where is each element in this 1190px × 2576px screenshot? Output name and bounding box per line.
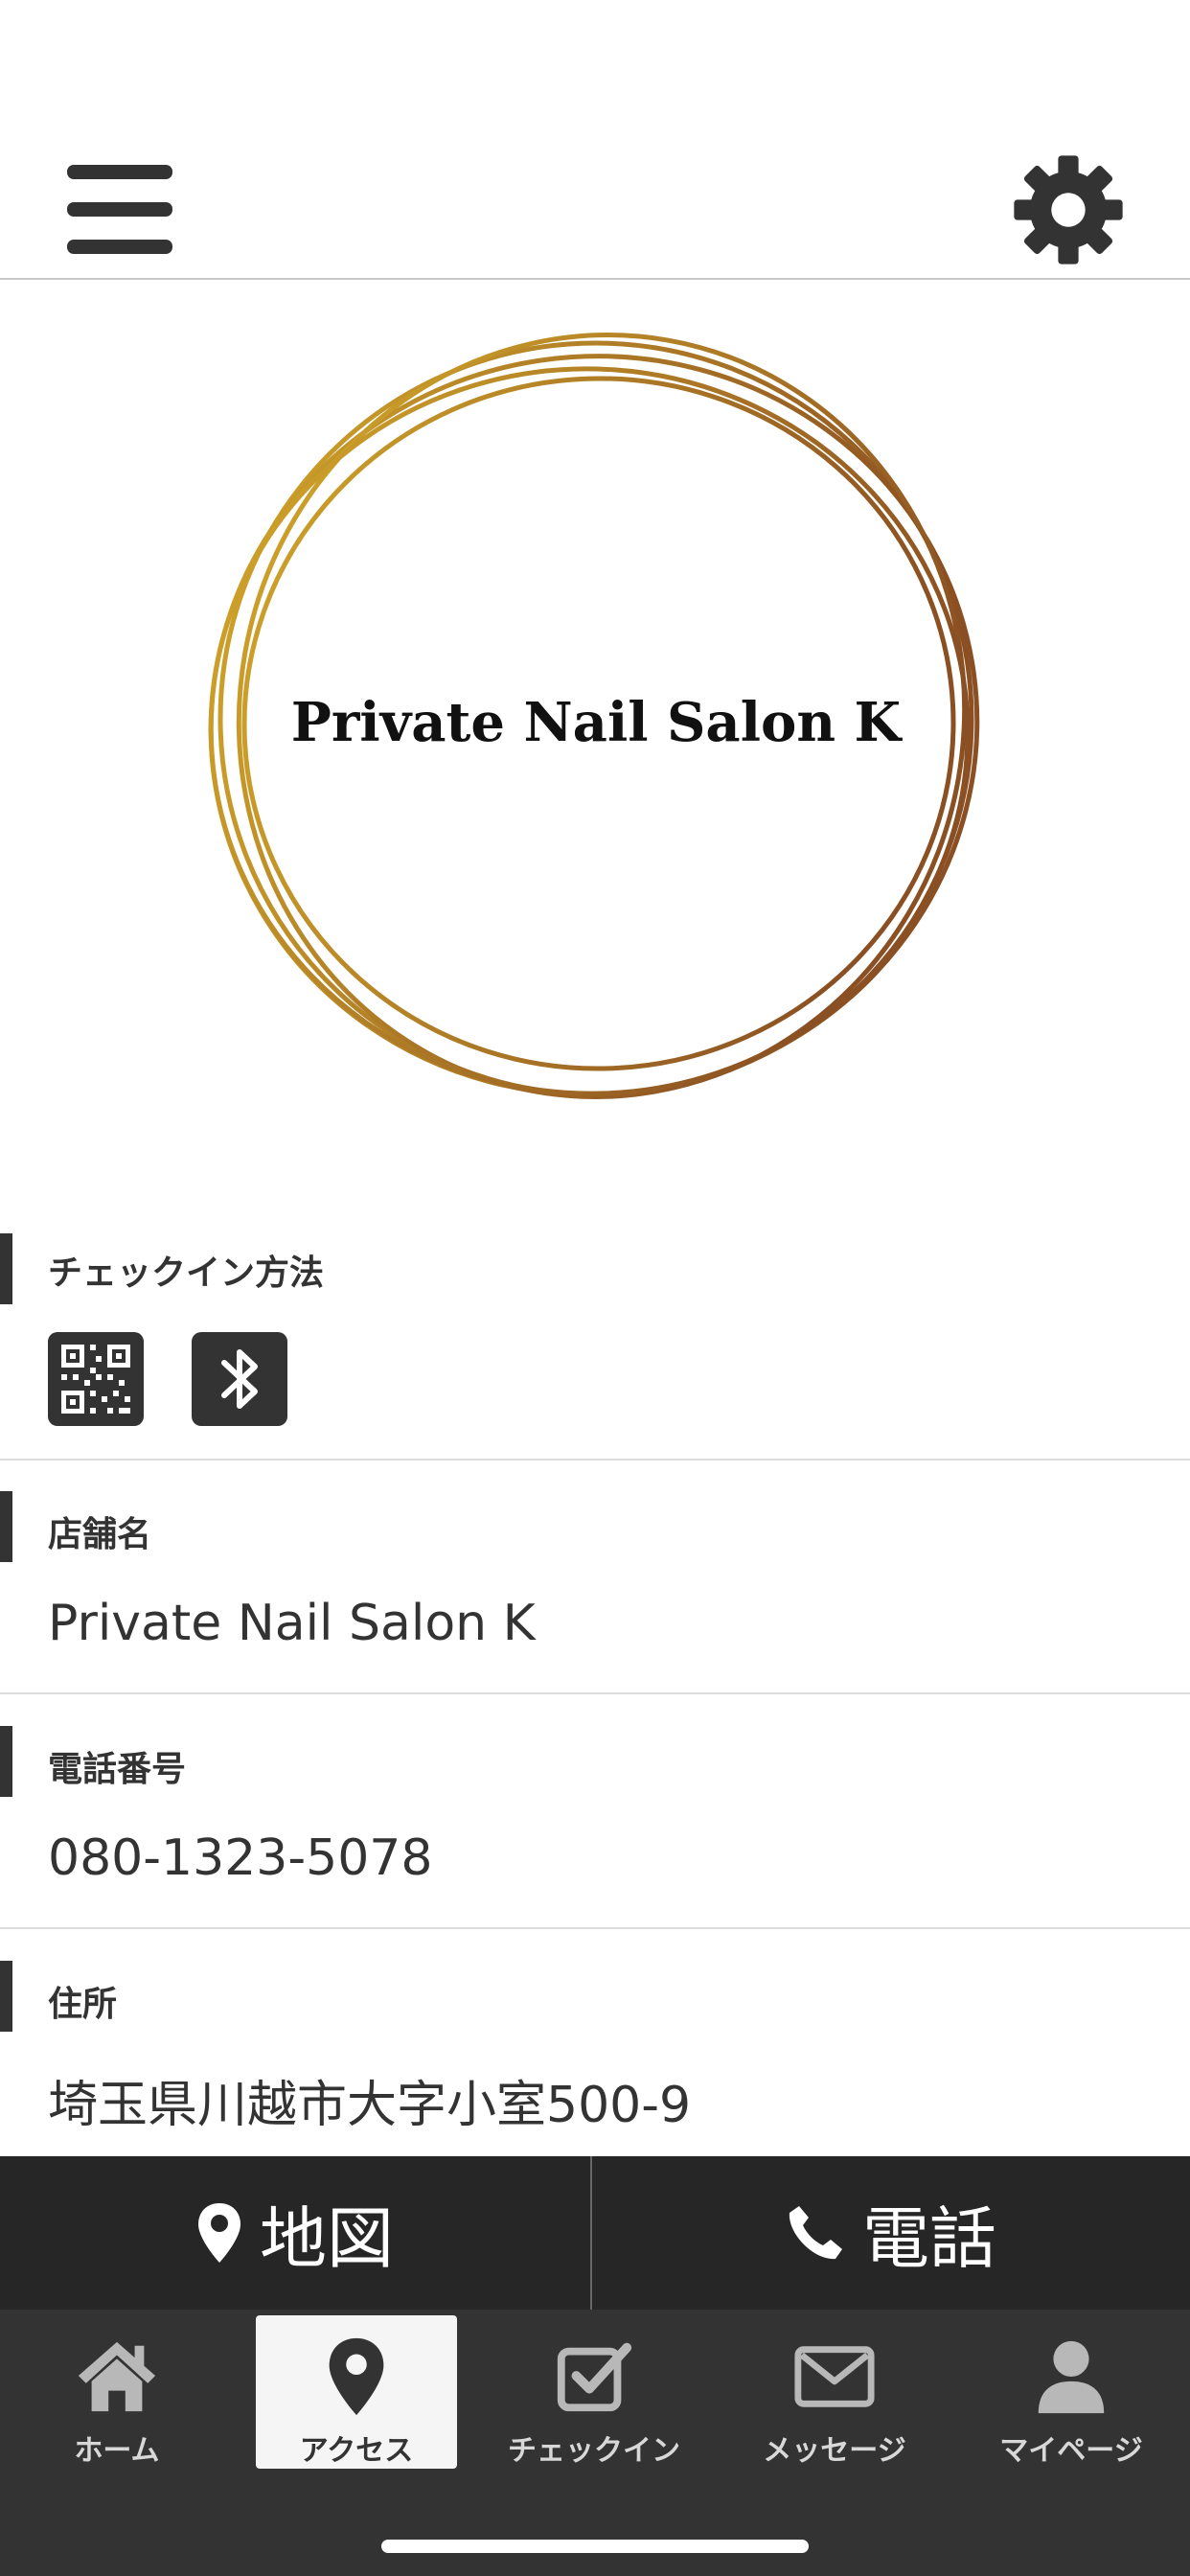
checkin-method-label: チェックイン方法: [48, 1254, 325, 1293]
user-icon: [1038, 2340, 1105, 2414]
logo-text: Private Nail Salon K: [291, 691, 904, 754]
tab-label: ホーム: [74, 2434, 160, 2468]
tab-label: チェックイン: [508, 2434, 680, 2468]
salon-logo: Private Nail Salon K: [208, 333, 980, 1099]
tab-mypage[interactable]: マイページ: [971, 2315, 1172, 2469]
store-name-label: 店舗名: [48, 1515, 152, 1554]
hamburger-menu-icon[interactable]: [67, 165, 172, 255]
phone-icon: [789, 2206, 842, 2260]
section-marker: [0, 1491, 12, 1562]
gear-icon[interactable]: [1012, 153, 1125, 266]
tab-label: マイページ: [999, 2434, 1143, 2468]
action-bar: 地図 電話: [0, 2156, 1190, 2310]
map-button[interactable]: 地図: [0, 2156, 590, 2310]
phone-label: 電話番号: [48, 1750, 187, 1789]
check-square-icon: [557, 2342, 632, 2412]
tab-home[interactable]: ホーム: [16, 2315, 217, 2469]
bluetooth-icon: [192, 1332, 287, 1426]
tab-label: メッセージ: [763, 2434, 906, 2468]
address-label: 住所: [48, 1985, 118, 2024]
map-pin-icon: [198, 2203, 240, 2263]
address-value: 埼玉県川越市大字小室500-9: [48, 2077, 692, 2134]
home-indicator[interactable]: [381, 2540, 809, 2553]
qr-code-icon: [48, 1332, 144, 1426]
home-icon: [78, 2341, 156, 2412]
call-button[interactable]: 電話: [592, 2156, 1190, 2310]
section-divider: [0, 1927, 1190, 1929]
map-button-label: 地図: [260, 2198, 394, 2278]
section-divider: [0, 1459, 1190, 1460]
section-marker: [0, 1726, 12, 1797]
map-pin-icon: [329, 2337, 384, 2416]
tab-messages[interactable]: メッセージ: [734, 2315, 935, 2469]
call-button-label: 電話: [862, 2198, 996, 2278]
section-divider: [0, 1692, 1190, 1694]
phone-value: 080-1323-5078: [48, 1829, 433, 1887]
tab-checkin[interactable]: チェックイン: [493, 2315, 695, 2469]
bottom-tab-bar: ホーム アクセス チェックイン メッセージ マイページ: [0, 2310, 1190, 2576]
section-marker: [0, 1961, 12, 2032]
tab-access[interactable]: アクセス: [256, 2315, 457, 2469]
store-name-value: Private Nail Salon K: [48, 1595, 536, 1652]
tab-label: アクセス: [299, 2434, 414, 2468]
section-marker: [0, 1233, 12, 1304]
app-header: [0, 0, 1190, 280]
envelope-icon: [794, 2346, 875, 2407]
